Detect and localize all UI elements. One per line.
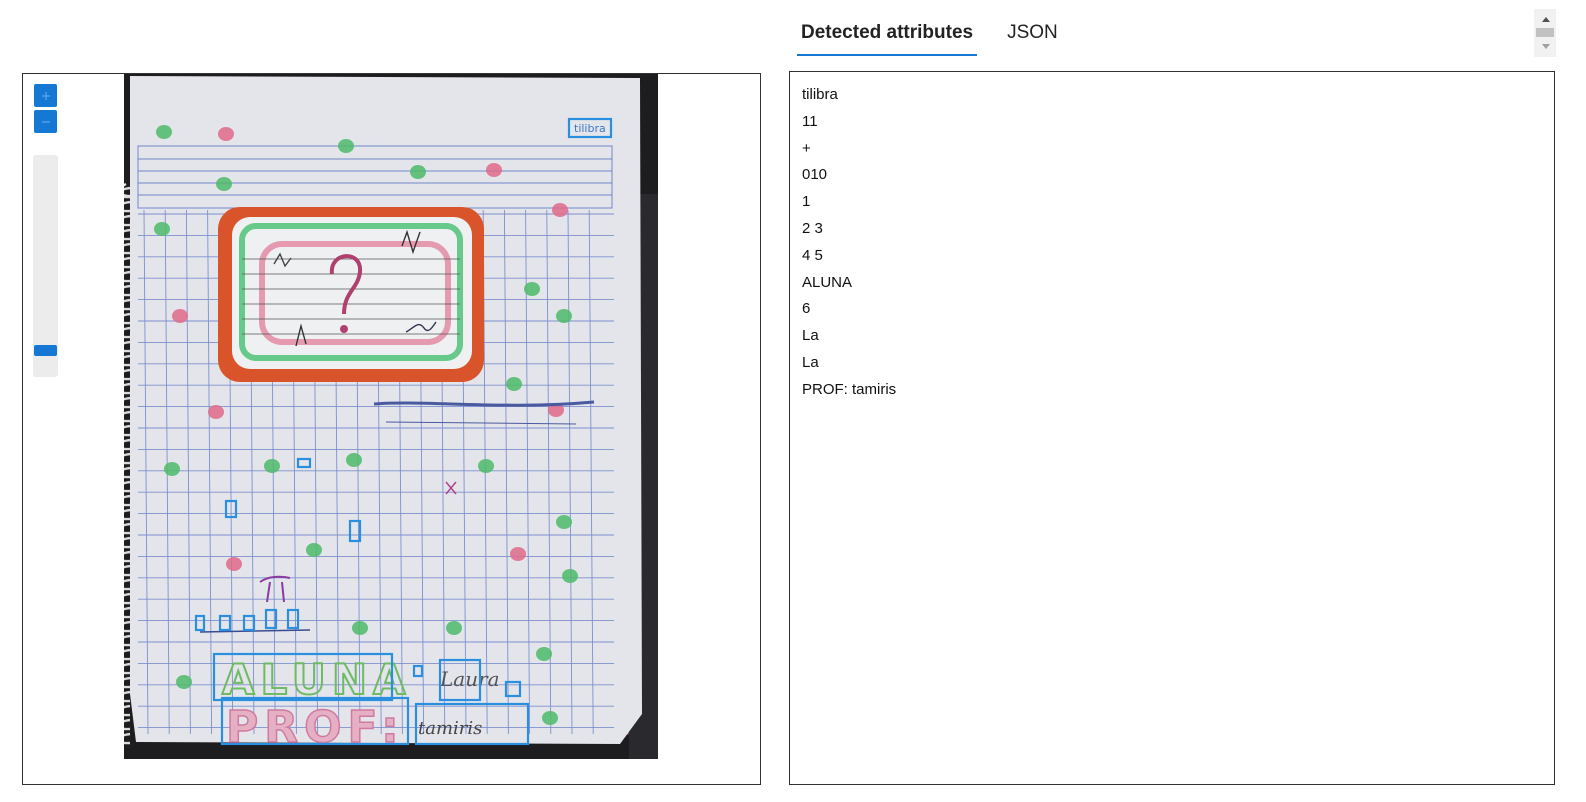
attribute-item: La <box>802 353 819 371</box>
attribute-item: 6 <box>802 300 811 318</box>
attribute-item: 2 3 <box>802 219 823 237</box>
attribute-item: ALUNA <box>802 273 853 291</box>
name-handwriting: Laura <box>439 667 500 691</box>
attribute-item: 4 5 <box>802 246 823 264</box>
zoom-in-button[interactable] <box>34 84 57 107</box>
attribute-item: La <box>802 327 819 345</box>
tab-detected-attributes[interactable]: Detected attributes <box>797 18 978 56</box>
zoom-slider[interactable] <box>33 155 58 377</box>
result-tabs: Detected attributes JSON <box>797 18 1088 56</box>
detected-attributes-panel: tilibra 11 +010 1 2 3 4 5 ALUNA 6 La La PROF: tami… <box>789 71 1555 785</box>
scroll-up-icon[interactable] <box>1536 13 1556 25</box>
analyzed-image: ALUNA PROF: Laura tamiris tilibra <box>124 74 658 759</box>
attribute-item: PROF: tamiris <box>802 380 897 398</box>
scrollbar-thumb[interactable] <box>1536 28 1554 37</box>
attribute-item: 11 <box>802 112 818 130</box>
brand-logo-text: tilibra <box>574 122 606 135</box>
prof-handwriting: PROF: <box>226 702 405 753</box>
attribute-item: tilibra <box>802 86 838 103</box>
image-viewer: ALUNA PROF: Laura tamiris tilibra <box>22 73 761 785</box>
attribute-list: tilibra 11 +010 1 2 3 4 5 ALUNA 6 La La PROF: tami… <box>802 82 1542 404</box>
scroll-down-icon[interactable] <box>1536 40 1556 52</box>
attribute-item: + <box>802 139 811 157</box>
teacher-handwriting: tamiris <box>418 718 482 739</box>
plus-icon <box>41 91 50 100</box>
notebook-photo: ALUNA PROF: Laura tamiris tilibra <box>124 74 658 759</box>
zoom-slider-handle[interactable] <box>34 345 57 356</box>
attribute-item: 1 <box>802 193 811 211</box>
attribute-item: 010 <box>802 166 828 184</box>
aluna-handwriting: ALUNA <box>222 655 412 704</box>
minus-icon <box>41 120 50 123</box>
zoom-out-button[interactable] <box>34 110 57 133</box>
tab-json[interactable]: JSON <box>1003 18 1062 56</box>
